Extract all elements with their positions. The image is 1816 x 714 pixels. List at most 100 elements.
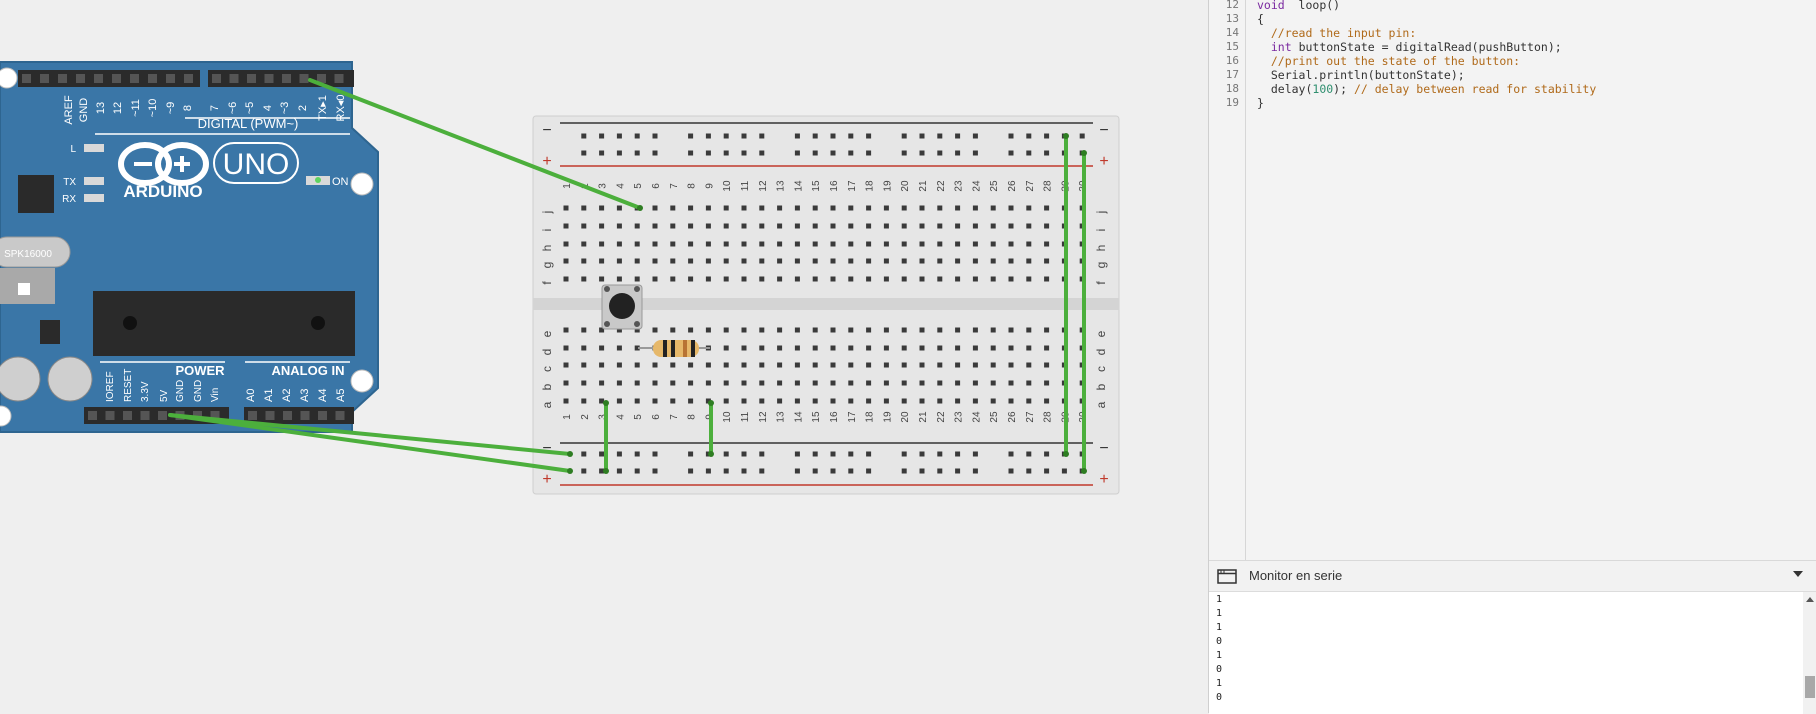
header-pin [158, 411, 167, 420]
terminal-hole [794, 398, 800, 404]
rail-hole [1026, 451, 1032, 457]
header-pin [184, 74, 193, 83]
resistor-band [663, 340, 667, 357]
terminal-hole [812, 398, 818, 404]
code-editor[interactable]: 12 13 14 15 16 17 18 19 void loop(){ //read the… [1209, 0, 1816, 560]
terminal-hole [1044, 327, 1050, 333]
code-line[interactable]: Serial.println(buttonState); [1257, 68, 1465, 82]
column-number: 17 [847, 411, 858, 423]
column-number: 24 [971, 180, 982, 192]
terminal-hole [652, 223, 658, 229]
column-number: 4 [615, 183, 626, 189]
terminal-hole [883, 327, 889, 333]
terminal-hole [955, 258, 961, 264]
rail-hole [759, 133, 765, 139]
row-label: i [540, 229, 554, 232]
terminal-hole [616, 241, 622, 247]
terminal-hole [990, 241, 996, 247]
serial-monitor-output[interactable]: 1 1 1 0 1 0 1 0 [1209, 591, 1816, 714]
terminal-hole [919, 380, 925, 386]
code-line[interactable]: { [1257, 12, 1264, 26]
terminal-hole [741, 345, 747, 351]
rail-hole [848, 133, 854, 139]
rail-hole [759, 451, 765, 457]
serial-monitor-header[interactable]: Monitor en serie [1209, 560, 1816, 591]
terminal-hole [866, 398, 872, 404]
terminal-hole [581, 362, 587, 368]
terminal-hole [901, 380, 907, 386]
terminal-hole [812, 223, 818, 229]
terminal-hole [883, 258, 889, 264]
row-label: a [540, 401, 554, 408]
terminal-hole [937, 223, 943, 229]
terminal-hole [688, 276, 694, 282]
code-line[interactable]: //read the input pin: [1257, 26, 1416, 40]
circuit-canvas[interactable]: AREF GND 13 12 ~11 ~10 ~9 8 7 ~6 ~5 4 ~3 2 TX▸1 RX◂0 DIG… [0, 0, 1208, 713]
rail-hole [955, 150, 961, 156]
led-on-light [315, 177, 321, 183]
rail-hole [1044, 451, 1050, 457]
scrollbar-thumb[interactable] [1805, 676, 1815, 698]
rail-hole [812, 468, 818, 474]
code-line[interactable]: //print out the state of the button: [1257, 54, 1520, 68]
row-label: g [540, 262, 554, 269]
terminal-hole [563, 258, 569, 264]
terminal-hole [741, 362, 747, 368]
rail-hole [1008, 150, 1014, 156]
code-line[interactable]: } [1257, 96, 1264, 110]
serial-output-line: 1 [1216, 608, 1223, 619]
analog-pin-label: A2 [281, 389, 293, 402]
terminal-hole [688, 327, 694, 333]
terminal-hole [723, 241, 729, 247]
terminal-hole [723, 276, 729, 282]
code-token: //print out the state of the button: [1257, 54, 1521, 68]
terminal-hole [848, 327, 854, 333]
column-number: 10 [722, 411, 733, 423]
terminal-hole [883, 241, 889, 247]
terminal-hole [990, 327, 996, 333]
rail-hole [705, 468, 711, 474]
rail-hole [794, 133, 800, 139]
rail-hole [1008, 451, 1014, 457]
terminal-hole [563, 380, 569, 386]
rail-hole [955, 468, 961, 474]
rail-hole [955, 451, 961, 457]
column-number: 24 [971, 411, 982, 423]
serial-monitor-icon [1217, 569, 1237, 584]
terminal-hole [670, 327, 676, 333]
row-label: h [540, 245, 554, 252]
analog-pin-label: A5 [335, 389, 347, 402]
code-line[interactable]: void loop() [1257, 0, 1340, 12]
chevron-down-icon[interactable] [1793, 571, 1803, 577]
terminal-hole [866, 345, 872, 351]
mount-hole [350, 369, 374, 393]
terminal-hole [1044, 345, 1050, 351]
column-number: 6 [651, 414, 662, 420]
header-pin [334, 74, 344, 83]
scroll-up-icon[interactable] [1806, 597, 1814, 602]
terminal-hole [670, 223, 676, 229]
rail-hole [741, 468, 747, 474]
column-number: 21 [918, 180, 929, 192]
terminal-hole [1026, 276, 1032, 282]
terminal-hole [1008, 241, 1014, 247]
line-number: 14 [1225, 26, 1239, 39]
terminal-hole [972, 223, 978, 229]
row-label: a [1094, 401, 1108, 408]
rail-hole [848, 150, 854, 156]
terminal-hole [794, 380, 800, 386]
rail-hole [830, 468, 836, 474]
code-token: ); [1333, 82, 1354, 96]
code-line[interactable]: delay(100); // delay between read for st… [1257, 82, 1596, 96]
column-number: 18 [865, 411, 876, 423]
terminal-hole [581, 241, 587, 247]
rail-hole [937, 133, 943, 139]
code-line[interactable]: int buttonState = digitalRead(pushButton… [1257, 40, 1562, 54]
line-number: 16 [1225, 54, 1239, 67]
scrollbar[interactable] [1803, 592, 1816, 714]
terminal-hole [688, 258, 694, 264]
terminal-hole [848, 241, 854, 247]
line-gutter: 12 13 14 15 16 17 18 19 [1209, 0, 1246, 560]
terminal-hole [937, 362, 943, 368]
